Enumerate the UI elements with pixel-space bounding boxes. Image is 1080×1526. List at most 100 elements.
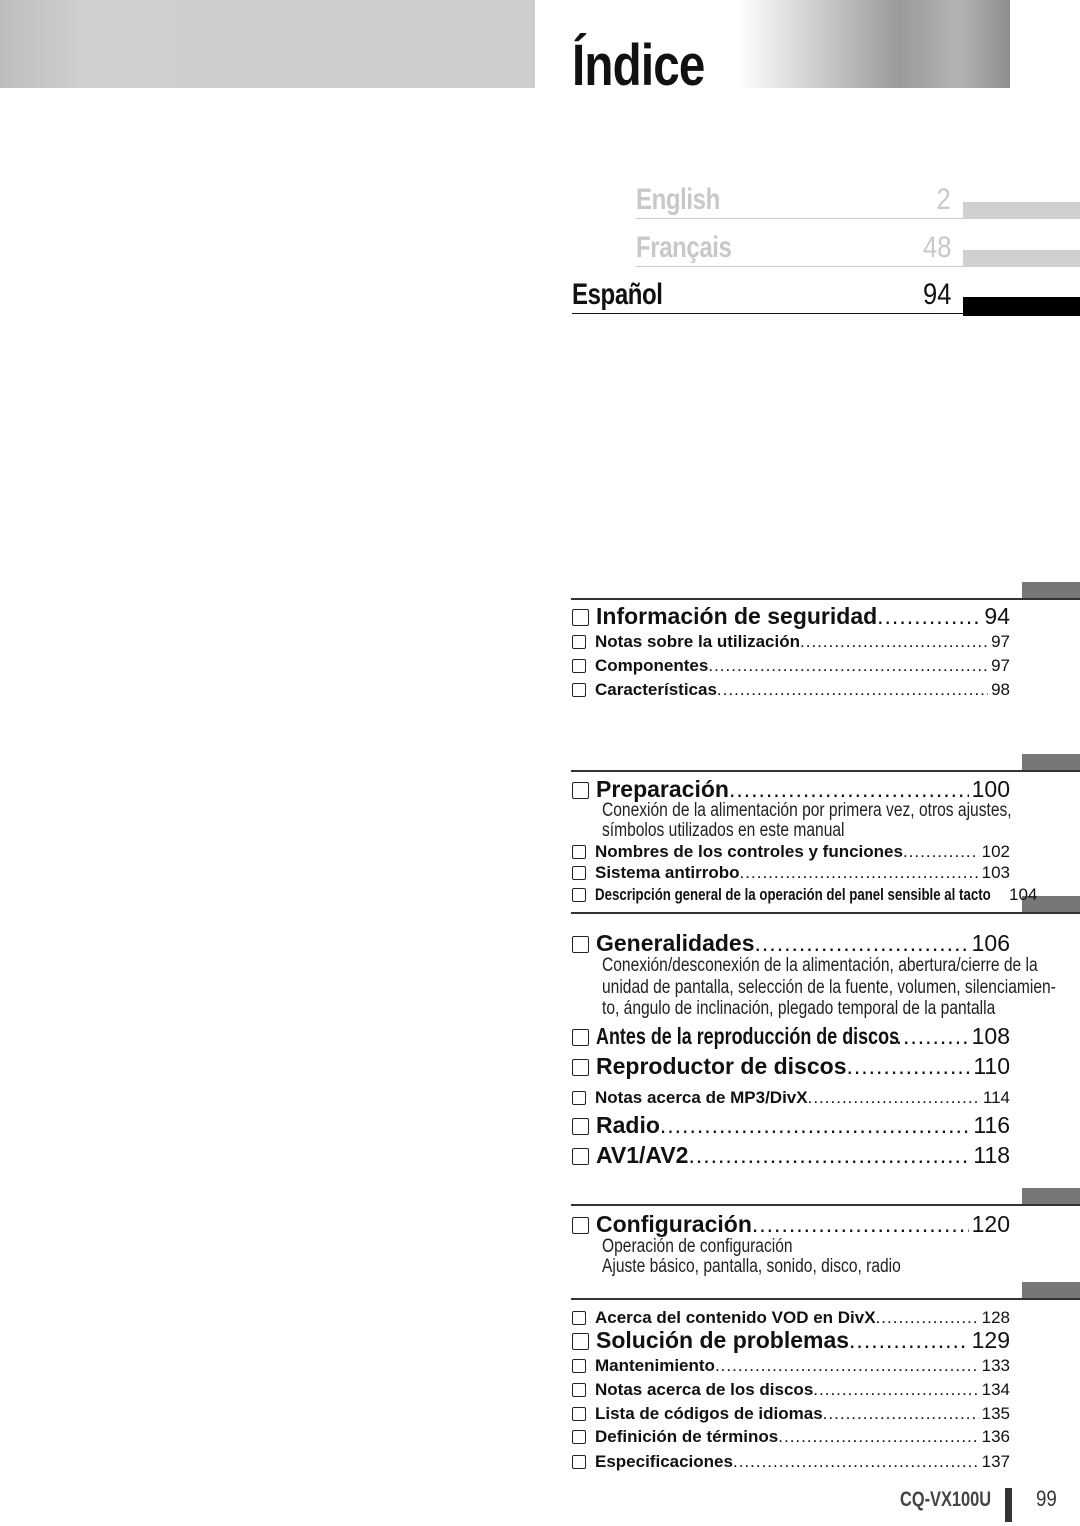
toc-entry-page: 104 [1008, 885, 1038, 904]
dot-leader [877, 603, 981, 630]
dot-leader [876, 1308, 979, 1328]
dot-leader [823, 1404, 979, 1424]
checkbox-icon [572, 1311, 586, 1325]
language-link-0[interactable]: English 2 [636, 182, 963, 219]
dot-leader [808, 1088, 980, 1108]
language-page: 94 [922, 278, 951, 311]
toc-entry[interactable]: Acerca del contenido VOD en DivX 128 [572, 1308, 1010, 1328]
toc-entry-title: Notas acerca de los discos [595, 1380, 814, 1399]
section-divider [571, 598, 1080, 600]
toc-entry[interactable]: Definición de términos 136 [572, 1427, 1010, 1447]
page-number: 99 [1036, 1486, 1057, 1511]
toc-entry-page: 108 [971, 1023, 1010, 1049]
toc-entry-page: 137 [981, 1452, 1010, 1471]
footer-divider [1005, 1488, 1012, 1522]
toc-entry-title: Lista de códigos de idiomas [595, 1404, 823, 1423]
toc-entry[interactable]: Antes de la reproducción de discos 108 [572, 1023, 1010, 1051]
checkbox-icon [572, 1430, 586, 1444]
checkbox-icon [572, 1147, 589, 1165]
toc-entry-page: 116 [973, 1112, 1010, 1138]
checkbox-icon [572, 888, 586, 902]
toc-entry-page: 120 [971, 1211, 1010, 1237]
toc-entry[interactable]: Características 98 [572, 680, 1010, 700]
page-title: Índice [572, 33, 705, 98]
toc-entry-page: 114 [982, 1088, 1010, 1107]
toc-entry-page: 136 [981, 1427, 1010, 1446]
toc-entry[interactable]: Nombres de los controles y funciones 102 [572, 842, 1010, 862]
dot-leader [688, 1142, 970, 1169]
toc-entry[interactable]: Mantenimiento 133 [572, 1356, 1010, 1376]
dot-leader [778, 1427, 978, 1447]
toc-entry[interactable]: Sistema antirrobo 103 [572, 863, 1010, 883]
toc-entry[interactable]: Lista de códigos de idiomas 135 [572, 1404, 1010, 1424]
language-tab-marker [963, 250, 1080, 267]
checkbox-icon [572, 1117, 589, 1135]
toc-entry[interactable]: Descripción general de la operación del … [572, 885, 1037, 905]
dot-leader [813, 1380, 978, 1400]
toc-entry[interactable]: Componentes 97 [572, 656, 1010, 676]
toc-entry[interactable]: Especificaciones 137 [572, 1452, 1010, 1472]
toc-entry-title: Características [595, 680, 717, 699]
dot-leader [849, 1327, 969, 1354]
toc-entry-page: 103 [981, 863, 1010, 882]
toc-entry-page: 97 [991, 656, 1010, 675]
toc-entry-title: Información de seguridad [596, 603, 878, 629]
toc-entry[interactable]: AV1/AV2 118 [572, 1142, 1010, 1170]
section-tab [1022, 582, 1080, 598]
toc-entry-page: 128 [981, 1308, 1010, 1327]
checkbox-icon [572, 1359, 586, 1373]
section-divider [571, 1204, 1080, 1206]
toc-entry-title: AV1/AV2 [596, 1142, 689, 1168]
toc-entry-title: Componentes [595, 656, 709, 675]
toc-entry-page: 135 [981, 1404, 1010, 1423]
checkbox-icon [572, 845, 586, 859]
toc-entry-description: Operación de configuración [602, 1236, 793, 1257]
toc-entry-title: Reproductor de discos [596, 1053, 847, 1079]
toc-entry[interactable]: Reproductor de discos 110 [572, 1053, 1010, 1081]
language-name: English [636, 183, 720, 216]
toc-entry-description: to, ángulo de inclinación, plegado tempo… [602, 998, 996, 1019]
toc-entry-page: 129 [971, 1327, 1010, 1353]
toc-entry[interactable]: Notas acerca de MP3/DivX 114 [572, 1088, 1010, 1108]
section-divider [571, 770, 1080, 772]
toc-entry[interactable]: Radio 116 [572, 1112, 1010, 1140]
toc-entry-title: Radio [596, 1112, 660, 1138]
toc-entry[interactable]: Solución de problemas 129 [572, 1327, 1010, 1355]
toc-entry-title: Notas acerca de MP3/DivX [595, 1088, 808, 1107]
checkbox-icon [572, 866, 586, 880]
dot-leader [660, 1112, 970, 1139]
toc-entry[interactable]: Generalidades 106 [572, 930, 1010, 958]
toc-entry-title: Mantenimiento [595, 1356, 715, 1375]
checkbox-icon [572, 935, 589, 953]
section-divider [571, 912, 1080, 914]
section-tab [1022, 1282, 1080, 1298]
toc-entry[interactable]: Notas acerca de los discos 134 [572, 1380, 1010, 1400]
toc-entry-page: 98 [991, 680, 1010, 699]
dot-leader [729, 776, 969, 803]
toc-entry[interactable]: Notas sobre la utilización 97 [572, 632, 1010, 652]
toc-entry-page: 118 [973, 1142, 1010, 1168]
toc-entry-page: 100 [971, 776, 1010, 802]
language-name: Español [572, 278, 663, 311]
language-link-2[interactable]: Español 94 [572, 277, 963, 314]
checkbox-icon [572, 1332, 589, 1350]
dot-leader [752, 1211, 969, 1238]
dot-leader [888, 1023, 968, 1050]
toc-entry-title: Notas sobre la utilización [595, 632, 800, 651]
model-name: CQ-VX100U [900, 1488, 992, 1511]
toc-entry-title: Solución de problemas [596, 1327, 850, 1353]
section-tab [1022, 754, 1080, 770]
toc-entry-title: Definición de términos [595, 1427, 779, 1446]
language-page: 2 [936, 183, 951, 216]
toc-entry-title: Descripción general de la operación del … [595, 885, 991, 904]
dot-leader [903, 842, 979, 862]
language-link-1[interactable]: Français 48 [636, 230, 963, 267]
toc-entry-title: Nombres de los controles y funciones [595, 842, 903, 861]
checkbox-icon [572, 659, 586, 673]
dot-leader [715, 1356, 979, 1376]
checkbox-icon [572, 608, 589, 626]
toc-entry-title: Configuración [596, 1211, 752, 1237]
toc-entry[interactable]: Configuración 120 [572, 1211, 1010, 1239]
toc-entry[interactable]: Información de seguridad 94 [572, 603, 1010, 631]
dot-leader [800, 632, 988, 652]
